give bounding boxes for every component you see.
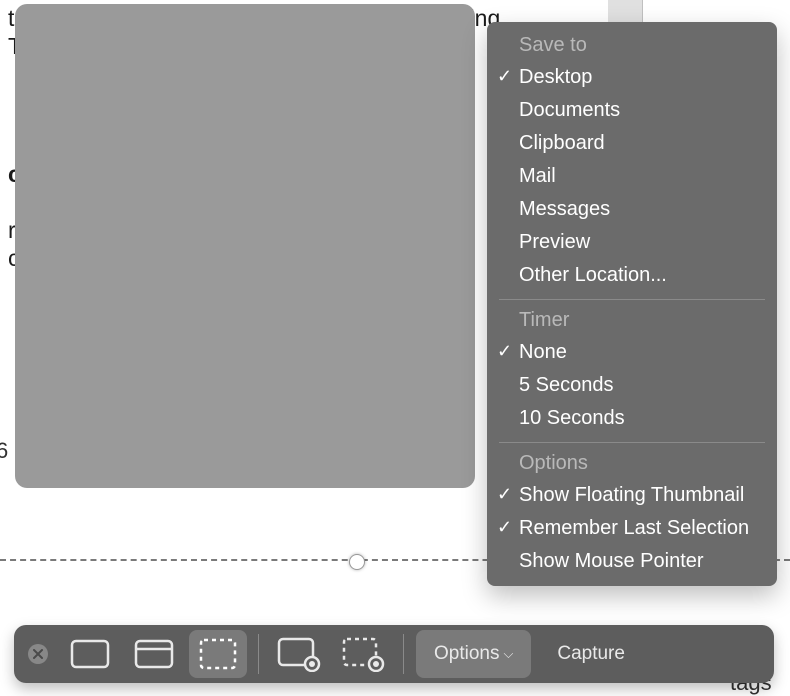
menu-item-label: 5 Seconds (519, 374, 614, 396)
menu-item-label: Messages (519, 198, 610, 220)
record-screen-icon (277, 636, 321, 672)
options-menu: Save to ✓ Desktop Documents Clipboard Mai… (487, 22, 777, 586)
menu-separator (499, 442, 765, 443)
capture-button[interactable]: Capture (539, 630, 643, 678)
menu-item-label: Other Location... (519, 264, 667, 286)
record-entire-screen-button[interactable] (270, 630, 328, 678)
screen-icon (70, 638, 110, 670)
screenshot-toolbar: Options ⌵ Capture (14, 625, 774, 683)
window-icon (134, 638, 174, 670)
menu-item-label: Clipboard (519, 132, 605, 154)
menu-item-timer-5s[interactable]: 5 Seconds (487, 369, 777, 402)
capture-selected-portion-button[interactable] (189, 630, 247, 678)
check-icon: ✓ (497, 341, 512, 362)
capture-label: Capture (557, 643, 625, 665)
toolbar-separator (403, 634, 404, 674)
check-icon: ✓ (497, 484, 512, 505)
capture-entire-screen-button[interactable] (61, 630, 119, 678)
menu-item-clipboard[interactable]: Clipboard (487, 127, 777, 160)
menu-item-other-location[interactable]: Other Location... (487, 259, 777, 292)
screenshot-thumbnail (15, 4, 475, 488)
check-icon: ✓ (497, 66, 512, 87)
menu-section-options: Options (487, 450, 777, 479)
menu-item-timer-10s[interactable]: 10 Seconds (487, 402, 777, 435)
menu-item-desktop[interactable]: ✓ Desktop (487, 61, 777, 94)
menu-item-show-mouse-pointer[interactable]: Show Mouse Pointer (487, 545, 777, 578)
menu-item-label: 10 Seconds (519, 407, 625, 429)
chevron-down-icon: ⌵ (503, 646, 513, 662)
menu-separator (499, 299, 765, 300)
options-button[interactable]: Options ⌵ (416, 630, 531, 678)
menu-item-preview[interactable]: Preview (487, 226, 777, 259)
options-label: Options (434, 643, 499, 665)
toolbar-separator (258, 634, 259, 674)
menu-item-label: Remember Last Selection (519, 517, 749, 539)
menu-section-timer: Timer (487, 307, 777, 336)
menu-item-remember-selection[interactable]: ✓ Remember Last Selection (487, 512, 777, 545)
menu-item-label: Mail (519, 165, 556, 187)
menu-item-floating-thumbnail[interactable]: ✓ Show Floating Thumbnail (487, 479, 777, 512)
record-selection-icon (341, 636, 385, 672)
selection-icon (198, 637, 238, 671)
menu-section-save-to: Save to (487, 32, 777, 61)
menu-item-mail[interactable]: Mail (487, 160, 777, 193)
bg-number: 6 (0, 438, 8, 464)
menu-item-label: Desktop (519, 66, 592, 88)
check-icon: ✓ (497, 517, 512, 538)
capture-selected-window-button[interactable] (125, 630, 183, 678)
selection-handle[interactable] (349, 554, 365, 570)
menu-item-documents[interactable]: Documents (487, 94, 777, 127)
close-icon (33, 649, 43, 659)
menu-item-timer-none[interactable]: ✓ None (487, 336, 777, 369)
menu-item-label: Preview (519, 231, 590, 253)
close-button[interactable] (28, 644, 48, 664)
record-selected-portion-button[interactable] (334, 630, 392, 678)
menu-item-label: Documents (519, 99, 620, 121)
menu-item-messages[interactable]: Messages (487, 193, 777, 226)
menu-item-label: Show Floating Thumbnail (519, 484, 744, 506)
menu-item-label: None (519, 341, 567, 363)
menu-item-label: Show Mouse Pointer (519, 550, 704, 572)
